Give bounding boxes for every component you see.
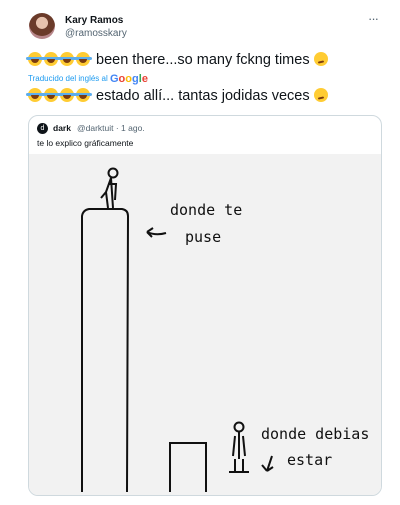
woozy-face-emoji-icon [313,88,328,102]
translation-attribution[interactable]: Traducido del inglés al Google [28,73,148,85]
drawing-label-bottom-1: donde debias [261,425,369,443]
quoted-author-name[interactable]: dark [53,123,71,133]
drawing-label-top-2: puse [185,228,221,246]
comic-drawing: donde te puse donde debias estar [81,167,369,493]
laughing-emoji-icon [26,88,44,102]
quoted-author-avatar[interactable]: d [37,123,48,134]
woozy-face-emoji-icon [313,52,328,66]
quoted-tweet-image[interactable]: donde te puse donde debias estar [29,154,381,495]
tall-pillar [81,208,130,493]
quoted-tweet-text: te lo explico gráficamente [37,138,134,148]
tweet-translated-text: estado allí... tantas jodidas veces [96,88,310,104]
small-block [169,442,207,492]
laughing-emoji-icon [58,88,76,102]
quoted-tweet[interactable]: d dark @darktuit · 1 ago. te lo explico … [28,115,382,496]
tweet-original-text: been there...so many fckng times [96,52,310,68]
drawing-label-bottom-2: estar [287,451,332,469]
more-options-icon[interactable]: ··· [368,11,379,26]
google-logo: Google [109,73,148,85]
tweet-text: been there...so many fckng times [26,52,330,68]
drawing-label-top-1: donde te [170,201,242,219]
tweet[interactable]: Kary Ramos @ramosskary ··· been there...… [0,0,400,505]
arrow-to-pillar [146,227,167,238]
author-avatar[interactable] [29,13,55,39]
translation-label: Traducido del inglés al [28,74,108,83]
translated-text: estado allí... tantas jodidas veces [26,88,330,104]
laughing-emoji-icon [74,52,92,66]
laughing-emoji-icon [42,88,60,102]
figure-on-pillar [100,167,119,209]
figure-on-ground [229,421,249,473]
author-handle[interactable]: @ramosskary [65,28,127,39]
laughing-emoji-icon [74,88,92,102]
laughing-emoji-icon [42,52,60,66]
laughing-emoji-icon [58,52,76,66]
laughing-emoji-icon [26,52,44,66]
quoted-author-handle[interactable]: @darktuit · 1 ago. [77,123,145,133]
author-name[interactable]: Kary Ramos [65,15,123,26]
arrow-to-ground [261,455,274,472]
